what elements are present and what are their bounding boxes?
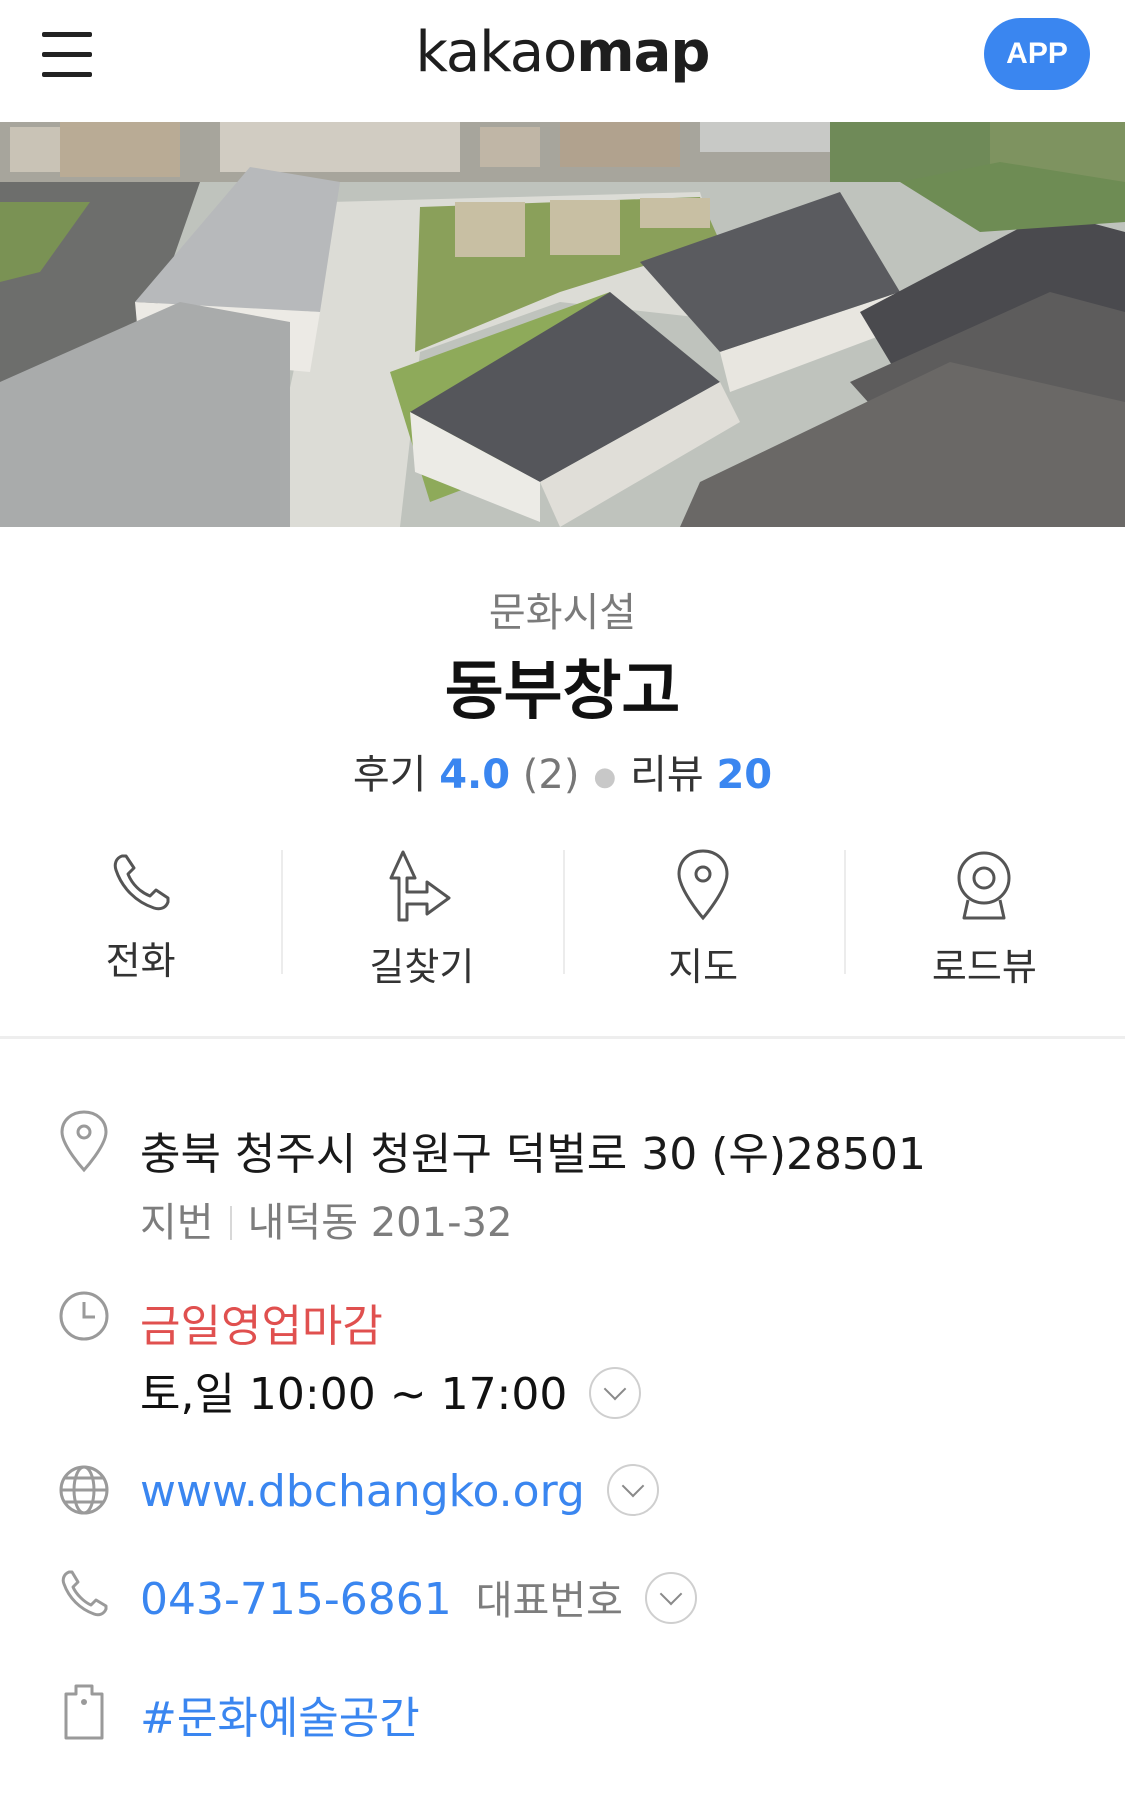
jibun-address: 지번 내덕동 201-32 bbox=[140, 1190, 512, 1248]
globe-icon bbox=[58, 1464, 110, 1520]
category-tag[interactable]: #문화예술공간 bbox=[140, 1682, 420, 1746]
review-count[interactable]: (2) bbox=[523, 752, 580, 798]
phone-expand-chevron-icon[interactable] bbox=[644, 1572, 697, 1624]
blog-review-count[interactable]: 20 bbox=[716, 752, 772, 798]
place-photo[interactable] bbox=[0, 122, 1125, 527]
logo-text-map: map bbox=[576, 20, 710, 85]
separator-dot: ● bbox=[593, 762, 617, 792]
jibun-label: 지번 bbox=[140, 1200, 214, 1246]
map-button[interactable]: 지도 bbox=[562, 849, 844, 989]
business-status: 금일영업마감 bbox=[140, 1301, 383, 1352]
hours-expand-chevron-icon[interactable] bbox=[589, 1367, 642, 1419]
phone-small-icon bbox=[58, 1568, 110, 1624]
tag-icon bbox=[58, 1682, 110, 1746]
directions-button[interactable]: 길찾기 bbox=[281, 850, 562, 989]
call-label: 전화 bbox=[105, 939, 176, 983]
jibun-value: 내덕동 201-32 bbox=[247, 1200, 513, 1246]
website-link[interactable]: www.dbchangko.org bbox=[140, 1466, 585, 1517]
phone-icon bbox=[108, 850, 174, 916]
map-label: 지도 bbox=[668, 945, 739, 989]
business-hours[interactable]: 토,일 10:00 ~ 17:00 bbox=[140, 1358, 642, 1422]
address-text[interactable]: 충북 청주시 청원구 덕벌로 30 (우)28501 bbox=[140, 1118, 926, 1182]
blog-review-label: 리뷰 bbox=[630, 752, 704, 798]
review-score[interactable]: 4.0 bbox=[439, 752, 510, 798]
app-button[interactable]: APP bbox=[984, 18, 1090, 90]
location-pin-icon bbox=[58, 1110, 110, 1178]
phone-number[interactable]: 043-715-6861 bbox=[140, 1574, 452, 1625]
hours-text: 토,일 10:00 ~ 17:00 bbox=[140, 1369, 568, 1420]
jibun-divider bbox=[229, 1206, 232, 1240]
rating-summary: 후기 4.0 (2) ● 리뷰 20 bbox=[0, 742, 1125, 800]
section-divider bbox=[0, 1036, 1125, 1039]
directions-icon bbox=[387, 850, 457, 922]
clock-icon bbox=[58, 1290, 110, 1346]
place-name: 동부창고 bbox=[444, 655, 681, 729]
map-pin-icon bbox=[675, 849, 731, 922]
roadview-icon bbox=[954, 850, 1014, 922]
roadview-label: 로드뷰 bbox=[931, 945, 1037, 989]
website: www.dbchangko.org bbox=[140, 1464, 659, 1517]
aerial-photo-illustration bbox=[0, 122, 1125, 527]
phone-type-label: 대표번호 bbox=[475, 1578, 623, 1624]
place-category: 문화시설 bbox=[488, 590, 637, 636]
call-button[interactable]: 전화 bbox=[0, 850, 281, 983]
directions-label: 길찾기 bbox=[369, 945, 475, 989]
logo-text-kakao: kakao bbox=[415, 20, 577, 85]
roadview-button[interactable]: 로드뷰 bbox=[843, 850, 1125, 989]
phone-info: 043-715-6861 대표번호 bbox=[140, 1568, 697, 1626]
kakaomap-logo[interactable]: kakaomap bbox=[0, 20, 1125, 85]
action-bar: 전화 길찾기 지도 로드뷰 bbox=[0, 849, 1125, 989]
review-label: 후기 bbox=[352, 752, 427, 798]
website-expand-chevron-icon[interactable] bbox=[606, 1464, 659, 1516]
top-bar: kakaomap APP bbox=[0, 0, 1125, 122]
